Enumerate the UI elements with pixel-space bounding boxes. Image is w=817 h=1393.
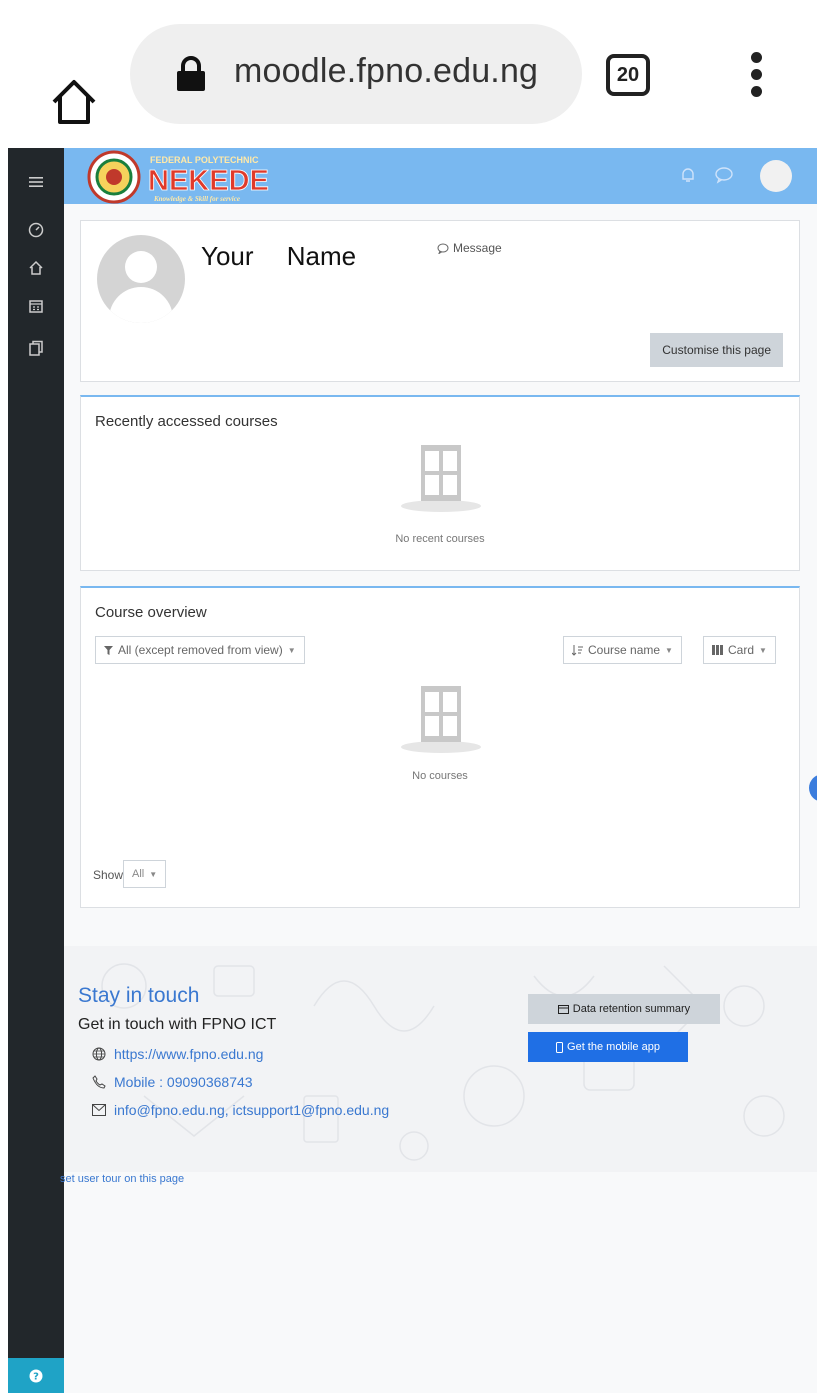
- phone-icon: [92, 1075, 106, 1089]
- home-icon[interactable]: [24, 256, 48, 280]
- course-sort-dropdown[interactable]: Course name ▼: [563, 636, 682, 664]
- lock-icon: [175, 56, 207, 92]
- address-bar[interactable]: moodle.fpno.edu.ng: [130, 24, 582, 124]
- files-icon[interactable]: [24, 336, 48, 360]
- website-text: https://www.fpno.edu.ng: [114, 1046, 264, 1062]
- chevron-down-icon: ▼: [149, 869, 158, 879]
- logo-tagline: Knowledge & Skill for service: [153, 195, 240, 203]
- message-link[interactable]: Message: [437, 241, 502, 255]
- sort-label: Course name: [588, 643, 661, 657]
- email-link[interactable]: info@fpno.edu.ng, ictsupport1@fpno.edu.n…: [92, 1102, 389, 1118]
- stay-in-touch-heading: Stay in touch: [78, 984, 200, 1007]
- view-label: Card: [728, 643, 755, 657]
- no-recent-courses-text: No recent courses: [395, 533, 485, 545]
- bell-icon[interactable]: [679, 166, 697, 189]
- envelope-icon: [92, 1104, 106, 1116]
- phone-link[interactable]: Mobile : 09090368743: [92, 1074, 253, 1090]
- browser-toolbar: moodle.fpno.edu.ng 20: [0, 0, 817, 148]
- archive-icon: [557, 1004, 569, 1014]
- email-text: info@fpno.edu.ng, ictsupport1@fpno.edu.n…: [114, 1102, 390, 1118]
- left-drawer: [8, 148, 64, 1393]
- grid-icon: [712, 645, 723, 655]
- message-icon: [437, 243, 449, 254]
- no-courses-text: No courses: [412, 770, 468, 782]
- recent-courses-title: Recently accessed courses: [95, 413, 278, 430]
- course-view-dropdown[interactable]: Card ▼: [703, 636, 776, 664]
- paging-value: All: [132, 868, 145, 880]
- customise-page-button[interactable]: Customise this page: [650, 333, 783, 367]
- logo-top-text: FEDERAL POLYTECHNIC: [150, 155, 259, 165]
- dashboard-icon[interactable]: [24, 218, 48, 242]
- data-retention-button[interactable]: Data retention summary: [528, 994, 720, 1024]
- top-navbar: FEDERAL POLYTECHNIC NEKEDE Knowledge & S…: [64, 148, 817, 204]
- menu-icon[interactable]: [24, 170, 48, 194]
- home-icon[interactable]: [48, 76, 100, 128]
- no-courses-illustration: [401, 684, 481, 754]
- profile-avatar: [97, 235, 185, 323]
- tab-switcher-button[interactable]: 20: [606, 54, 650, 96]
- reset-user-tour-link[interactable]: set user tour on this page: [60, 1173, 184, 1185]
- chat-icon[interactable]: [714, 166, 734, 189]
- institution-logo[interactable]: FEDERAL POLYTECHNIC NEKEDE Knowledge & S…: [84, 150, 344, 204]
- phone-text: Mobile : 09090368743: [114, 1074, 253, 1090]
- course-filter-dropdown[interactable]: All (except removed from view) ▼: [95, 636, 305, 664]
- mobile-app-button[interactable]: Get the mobile app: [528, 1032, 688, 1062]
- globe-icon: [92, 1047, 106, 1061]
- get-in-touch-text: Get in touch with FPNO ICT: [78, 1016, 277, 1033]
- chevron-down-icon: ▼: [287, 645, 296, 655]
- more-menu-icon[interactable]: [748, 52, 764, 100]
- data-retention-label: Data retention summary: [572, 1003, 691, 1015]
- mobile-phone-icon: [556, 1041, 564, 1053]
- svg-text:?: ?: [33, 1371, 39, 1382]
- show-label: Show: [93, 868, 124, 882]
- user-avatar[interactable]: [760, 160, 792, 192]
- paging-select[interactable]: All ▼: [123, 860, 167, 888]
- recent-courses-block: Recently accessed courses No recent cour…: [80, 395, 800, 571]
- profile-header: Your Name Message Customise this page: [80, 220, 800, 382]
- course-overview-title: Course overview: [95, 604, 207, 621]
- website-link[interactable]: https://www.fpno.edu.ng: [92, 1046, 263, 1062]
- filter-label: All (except removed from view): [118, 643, 283, 657]
- url-text: moodle.fpno.edu.ng: [234, 52, 539, 90]
- filter-icon: [104, 645, 113, 655]
- course-overview-block: Course overview All (except removed from…: [80, 586, 800, 908]
- chevron-down-icon: ▼: [759, 645, 767, 655]
- user-full-name: Your Name: [201, 241, 357, 271]
- no-courses-illustration: [401, 443, 481, 513]
- sort-icon: [572, 644, 583, 656]
- mobile-app-label: Get the mobile app: [567, 1041, 660, 1053]
- logo-name-text: NEKEDE: [148, 165, 269, 197]
- message-label: Message: [453, 241, 502, 255]
- chevron-down-icon: ▼: [665, 645, 673, 655]
- help-icon[interactable]: ?: [8, 1358, 64, 1393]
- calendar-icon[interactable]: [24, 294, 48, 318]
